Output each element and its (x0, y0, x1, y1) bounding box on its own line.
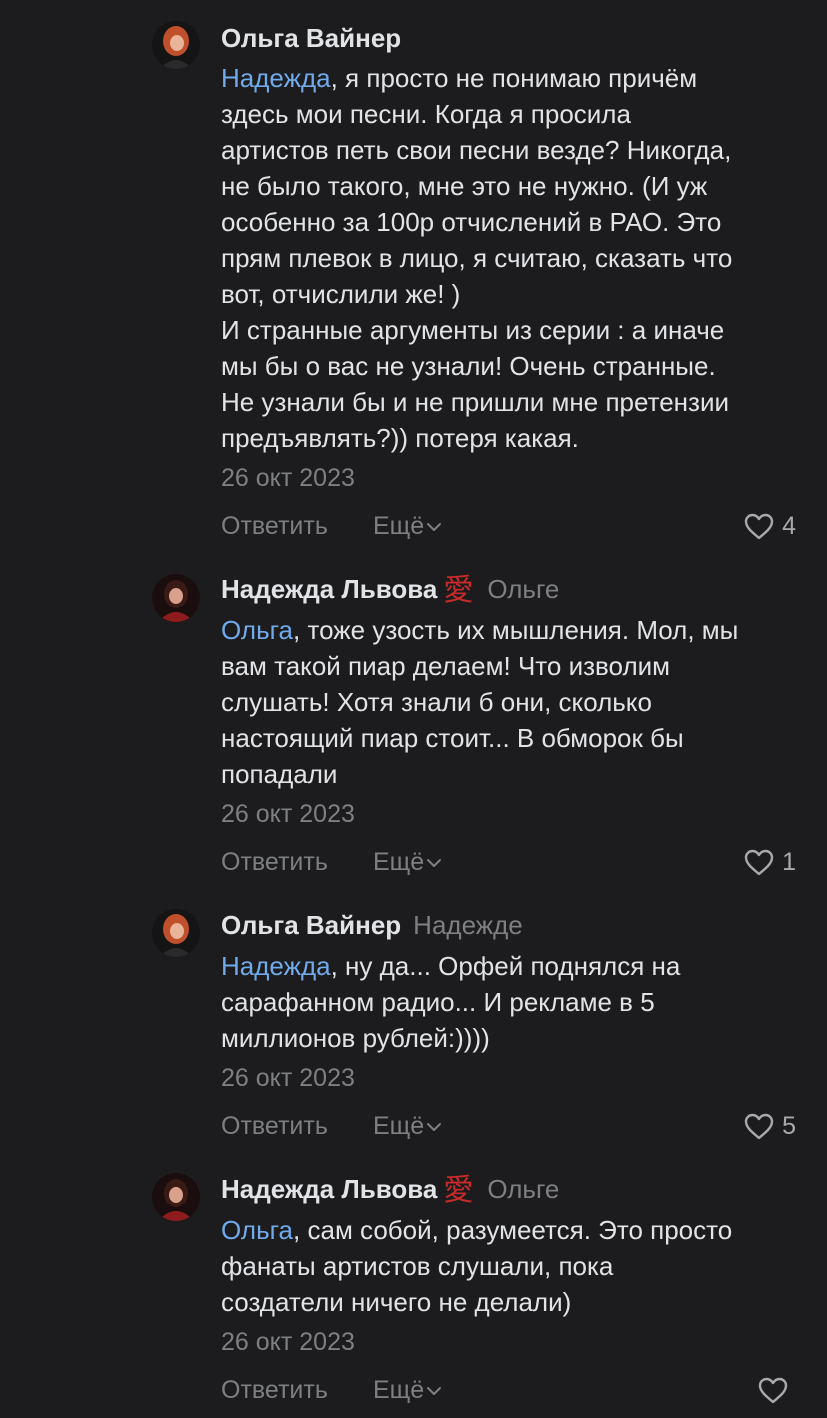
more-button[interactable]: Ещё (373, 1373, 442, 1407)
mention-link[interactable]: Ольга (221, 1215, 293, 1245)
mention-link[interactable]: Надежда (221, 63, 331, 93)
comment-text: Надежда, я просто не понимаю причём здес… (221, 60, 811, 456)
comment-body: , я просто не понимаю причём здесь мои п… (221, 63, 733, 453)
heart-outline-icon (744, 513, 774, 539)
author-name[interactable]: Ольга Вайнер (221, 910, 401, 940)
avatar[interactable] (152, 574, 200, 622)
comment-body: , тоже узость их мышления. Мол, мы вам т… (221, 615, 739, 789)
reply-button[interactable]: Ответить (221, 1109, 328, 1143)
more-label: Ещё (373, 848, 425, 876)
comment-date[interactable]: 26 окт 2023 (221, 463, 355, 493)
like-button[interactable]: 1 (744, 845, 796, 879)
more-button[interactable]: Ещё (373, 1109, 442, 1143)
more-label: Ещё (373, 1112, 425, 1140)
comment-date[interactable]: 26 окт 2023 (221, 799, 355, 829)
like-button[interactable] (758, 1373, 796, 1407)
reply-to-name[interactable]: Ольге (487, 1174, 559, 1204)
like-button[interactable]: 5 (744, 1109, 796, 1143)
more-label: Ещё (373, 1376, 425, 1404)
comment-text: Надежда, ну да... Орфей поднялся на сара… (221, 948, 811, 1056)
heart-outline-icon (744, 849, 774, 875)
comment-header: Ольга Вайнер Надежде (221, 909, 523, 941)
more-label: Ещё (373, 512, 425, 540)
badge-icon: 愛 (443, 573, 474, 608)
author-name[interactable]: Ольга Вайнер (221, 23, 401, 53)
reply-button[interactable]: Ответить (221, 509, 328, 543)
like-count: 4 (782, 511, 796, 540)
mention-link[interactable]: Надежда (221, 951, 331, 981)
chevron-down-icon (427, 1387, 442, 1396)
comment-text: Ольга, сам собой, разумеется. Это просто… (221, 1212, 811, 1320)
reply-to-name[interactable]: Ольге (487, 574, 559, 604)
comment-header: Надежда Львова 愛 Ольге (221, 1173, 559, 1207)
reply-button[interactable]: Ответить (221, 1373, 328, 1407)
comment-actions: Ответить Ещё 1 (221, 845, 796, 879)
comment-actions: Ответить Ещё 5 (221, 1109, 796, 1143)
more-button[interactable]: Ещё (373, 509, 442, 543)
author-name[interactable]: Надежда Львова (221, 1174, 437, 1204)
comment-date[interactable]: 26 окт 2023 (221, 1327, 355, 1357)
comment-header: Надежда Львова 愛 Ольге (221, 573, 559, 607)
chevron-down-icon (427, 1123, 442, 1132)
chevron-down-icon (427, 523, 442, 532)
avatar[interactable] (152, 1173, 200, 1221)
author-name[interactable]: Надежда Львова (221, 574, 437, 604)
like-button[interactable]: 4 (744, 509, 796, 543)
badge-icon: 愛 (443, 1173, 474, 1208)
comment-actions: Ответить Ещё (221, 1373, 796, 1407)
comment-text: Ольга, тоже узость их мышления. Мол, мы … (221, 612, 811, 792)
comment-date[interactable]: 26 окт 2023 (221, 1063, 355, 1093)
comment-body: , сам собой, разумеется. Это просто фана… (221, 1215, 733, 1317)
comment-header: Ольга Вайнер (221, 22, 401, 54)
like-count: 1 (782, 847, 796, 876)
avatar[interactable] (152, 909, 200, 957)
more-button[interactable]: Ещё (373, 845, 442, 879)
mention-link[interactable]: Ольга (221, 615, 293, 645)
reply-button[interactable]: Ответить (221, 845, 328, 879)
chevron-down-icon (427, 859, 442, 868)
like-count: 5 (782, 1111, 796, 1140)
reply-to-name[interactable]: Надежде (413, 910, 523, 940)
heart-outline-icon (744, 1113, 774, 1139)
heart-outline-icon (758, 1377, 788, 1403)
comment-actions: Ответить Ещё 4 (221, 509, 796, 543)
avatar[interactable] (152, 21, 200, 69)
